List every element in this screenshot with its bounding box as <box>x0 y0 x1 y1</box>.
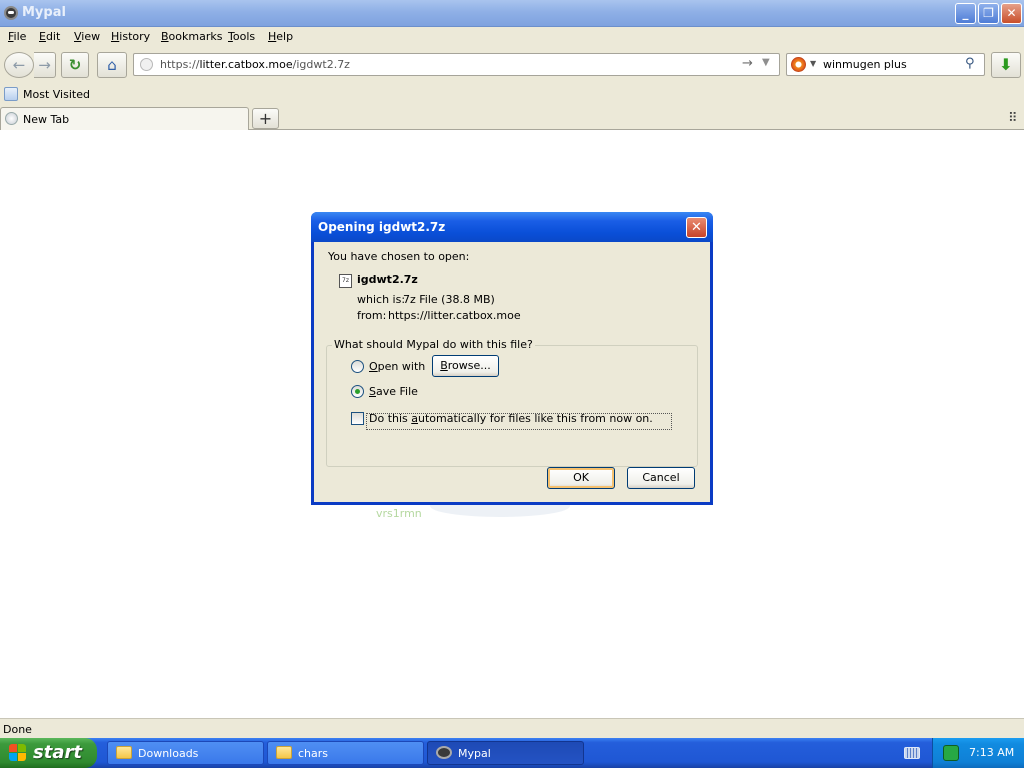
back-button[interactable]: ← <box>4 52 34 78</box>
search-input[interactable]: winmugen plus <box>823 58 907 71</box>
ok-button[interactable]: OK <box>547 467 615 489</box>
menu-help[interactable]: Help <box>268 30 293 43</box>
downloads-button[interactable]: ⬇ <box>991 52 1021 78</box>
taskbar-button-label: Downloads <box>138 747 199 760</box>
status-bar: Done <box>0 718 1024 738</box>
search-engine-icon[interactable] <box>791 57 806 72</box>
status-text: Done <box>3 723 32 736</box>
taskbar: start Downloads chars Mypal 7:13 AM <box>0 738 1024 768</box>
dialog-intro: You have chosen to open: <box>328 250 470 263</box>
browse-button[interactable]: Browse... <box>432 355 499 377</box>
engine-dropdown-icon[interactable]: ▼ <box>810 59 816 68</box>
menu-view[interactable]: View <box>74 30 100 43</box>
window-title-bar[interactable]: Mypal _ ❐ ✕ <box>0 0 1024 27</box>
windows-flag-icon <box>9 744 27 762</box>
menu-bar: File Edit View History Bookmarks Tools H… <box>0 27 1024 47</box>
system-tray: 7:13 AM <box>932 738 1024 768</box>
keyboard-icon[interactable] <box>904 747 920 759</box>
list-all-tabs-icon[interactable]: ⠿ <box>1008 111 1018 126</box>
clock[interactable]: 7:13 AM <box>969 746 1014 759</box>
url-bar[interactable]: https://litter.catbox.moe/igdwt2.7z → ▼ <box>133 53 780 76</box>
from-label: from: <box>357 309 387 322</box>
open-with-radio[interactable] <box>351 360 364 373</box>
minimize-button[interactable]: _ <box>955 3 976 24</box>
cancel-button[interactable]: Cancel <box>627 467 695 489</box>
mypal-app-icon[interactable] <box>4 6 18 20</box>
bookmarks-toolbar: Most Visited <box>0 83 1024 106</box>
opening-file-dialog: Opening igdwt2.7z ✕ You have chosen to o… <box>311 212 713 505</box>
dialog-title-bar[interactable]: Opening igdwt2.7z ✕ <box>311 212 713 242</box>
mypal-icon <box>436 746 452 759</box>
window-close-button[interactable]: ✕ <box>1001 3 1022 24</box>
taskbar-button-downloads[interactable]: Downloads <box>107 741 264 765</box>
url-text[interactable]: https://litter.catbox.moe/igdwt2.7z <box>160 58 350 71</box>
menu-file[interactable]: File <box>8 30 26 43</box>
search-bar[interactable]: ▼ winmugen plus ⚲ <box>786 53 985 76</box>
taskbar-button-label: chars <box>298 747 329 760</box>
search-icon[interactable]: ⚲ <box>965 56 975 71</box>
save-file-label[interactable]: Save File <box>369 385 418 398</box>
background-page-text: vrs1rmn <box>376 507 422 520</box>
new-tab-button[interactable]: + <box>252 108 279 129</box>
action-question: What should Mypal do with this file? <box>332 338 535 351</box>
folder-icon <box>116 746 132 759</box>
home-button[interactable]: ⌂ <box>97 52 127 78</box>
open-with-label[interactable]: Open with <box>369 360 425 373</box>
navigation-toolbar: ← → ↻ ⌂ https://litter.catbox.moe/igdwt2… <box>0 47 1024 83</box>
restore-button[interactable]: ❐ <box>978 3 999 24</box>
folder-icon <box>276 746 292 759</box>
most-visited-icon[interactable] <box>4 87 18 101</box>
dialog-title: Opening igdwt2.7z <box>318 220 446 234</box>
taskbar-button-label: Mypal <box>458 747 491 760</box>
dialog-body: You have chosen to open: 7z igdwt2.7z wh… <box>314 242 710 502</box>
menu-tools[interactable]: Tools <box>228 30 255 43</box>
reload-button[interactable]: ↻ <box>61 52 89 78</box>
forward-button[interactable]: → <box>34 52 56 78</box>
auto-checkbox-label[interactable]: Do this automatically for files like thi… <box>369 412 653 425</box>
file-type-value: 7z File (38.8 MB) <box>403 293 495 306</box>
which-is-label: which is: <box>357 293 406 306</box>
taskbar-button-mypal[interactable]: Mypal <box>427 741 584 765</box>
save-file-radio[interactable] <box>351 385 364 398</box>
from-value: https://litter.catbox.moe <box>388 309 521 322</box>
menu-edit[interactable]: Edit <box>39 30 60 43</box>
file-type-icon: 7z <box>339 274 352 288</box>
tab-label: New Tab <box>23 113 70 126</box>
site-identity-icon[interactable] <box>140 58 153 71</box>
taskbar-button-chars[interactable]: chars <box>267 741 424 765</box>
network-tray-icon[interactable] <box>943 745 959 761</box>
most-visited-bookmark[interactable]: Most Visited <box>23 88 90 101</box>
tab-strip: New Tab + ⠿ <box>0 106 1024 130</box>
file-name: igdwt2.7z <box>357 273 418 286</box>
start-label: start <box>33 742 82 763</box>
go-arrow-icon[interactable]: → <box>742 56 753 71</box>
menu-history[interactable]: History <box>111 30 150 43</box>
window-title: Mypal <box>22 5 66 20</box>
tab-new-tab[interactable]: New Tab <box>0 107 249 130</box>
url-history-dropdown-icon[interactable]: ▼ <box>762 57 770 68</box>
start-button[interactable]: start <box>0 738 97 768</box>
menu-bookmarks[interactable]: Bookmarks <box>161 30 222 43</box>
tab-favicon-icon <box>5 112 18 125</box>
auto-checkbox[interactable] <box>351 412 364 425</box>
dialog-close-button[interactable]: ✕ <box>686 217 707 238</box>
